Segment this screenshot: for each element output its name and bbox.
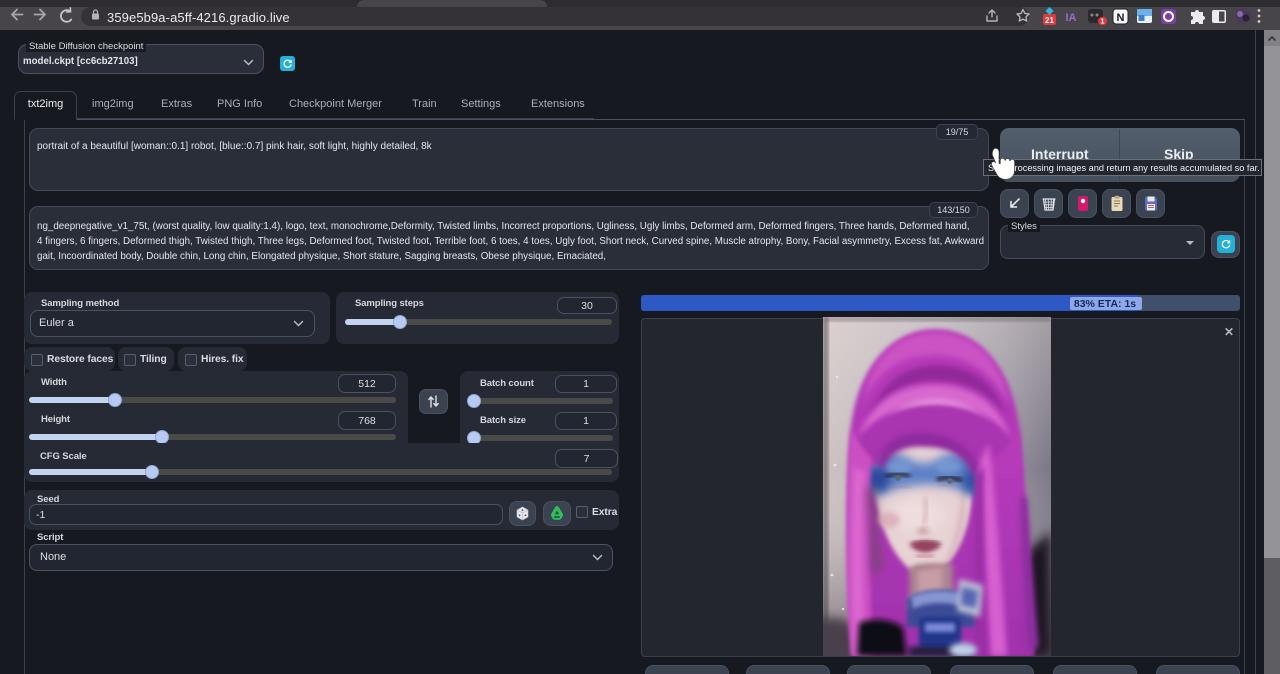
svg-text:21: 21 bbox=[1045, 16, 1054, 25]
svg-text:N: N bbox=[1117, 12, 1125, 24]
svg-text:1: 1 bbox=[1101, 19, 1105, 26]
svg-text:IA: IA bbox=[1066, 12, 1077, 24]
